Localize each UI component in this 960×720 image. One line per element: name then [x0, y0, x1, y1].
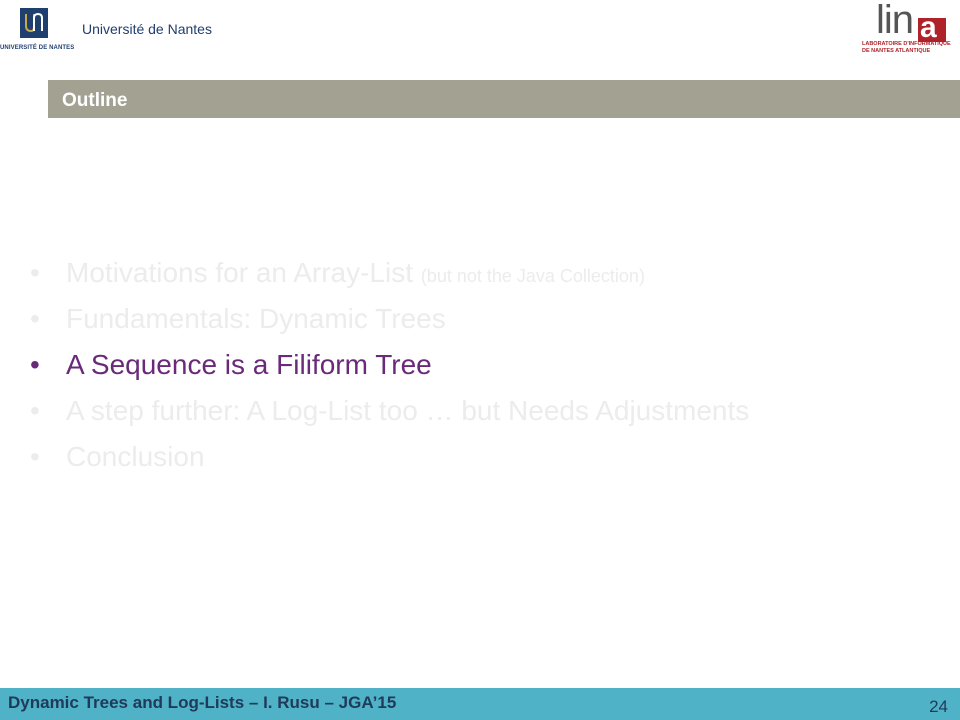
universite-de-nantes-logo: UNIVERSITÉ DE NANTES — [0, 8, 74, 56]
bullet-icon: • — [30, 257, 40, 288]
outline-item-text: Conclusion — [66, 441, 205, 472]
lina-tagline-line-2: DE NANTES ATLANTIQUE — [862, 48, 931, 54]
bullet-icon: • — [30, 395, 40, 426]
footer-title: Dynamic Trees and Log-Lists – I. Rusu – … — [8, 693, 397, 712]
page-number: 24 — [929, 697, 948, 716]
outline-item-motivations: • Motivations for an Array-List (but not… — [30, 250, 950, 296]
lina-tagline-line-1: LABORATOIRE D'INFORMATIQUE — [862, 41, 951, 47]
un-logo-mark-icon — [20, 8, 48, 38]
outline-item-log-list: • A step further: A Log-List too … but N… — [30, 388, 950, 434]
outline-item-conclusion: • Conclusion — [30, 434, 950, 480]
slide-footer: Dynamic Trees and Log-Lists – I. Rusu – … — [0, 688, 960, 720]
bullet-icon: • — [30, 441, 40, 472]
outline-item-text: A Sequence is a Filiform Tree — [66, 349, 432, 380]
lina-logo: lin a LABORATOIRE D'INFORMATIQUE DE NANT… — [862, 0, 958, 60]
lina-logo-tagline: LABORATOIRE D'INFORMATIQUE DE NANTES ATL… — [862, 41, 958, 55]
outline-list: • Motivations for an Array-List (but not… — [30, 250, 950, 480]
outline-item-note: (but not the Java Collection) — [420, 266, 645, 286]
university-name: Université de Nantes — [82, 21, 212, 37]
outline-item-text: Motivations for an Array-List — [66, 257, 421, 288]
bullet-icon: • — [30, 303, 40, 334]
outline-item-fundamentals: • Fundamentals: Dynamic Trees — [30, 296, 950, 342]
outline-item-text: Fundamentals: Dynamic Trees — [66, 303, 446, 334]
lina-logo-block: a — [918, 11, 946, 44]
lina-logo-word: lin — [876, 0, 914, 42]
slide-title-bar: Outline — [48, 80, 960, 118]
bullet-icon: • — [30, 349, 40, 380]
slide-title: Outline — [62, 90, 128, 111]
lina-logo-letter: a — [920, 11, 937, 44]
outline-item-filiform-tree: • A Sequence is a Filiform Tree — [30, 342, 950, 388]
outline-item-text: A step further: A Log-List too … but Nee… — [66, 395, 750, 426]
university-logo-caption: UNIVERSITÉ DE NANTES — [0, 45, 75, 51]
